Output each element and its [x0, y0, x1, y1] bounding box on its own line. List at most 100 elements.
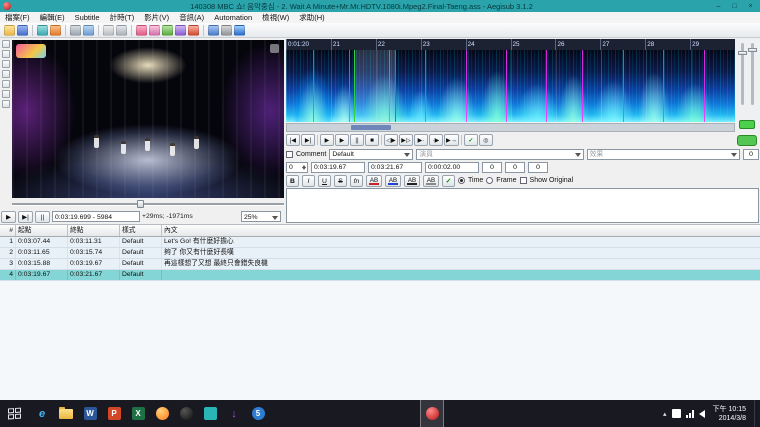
automation-icon[interactable] [208, 25, 219, 36]
play-after-button[interactable]: ▶▷ [399, 134, 413, 146]
style-dropdown[interactable]: Default [329, 149, 413, 160]
play-last-500ms-button[interactable]: ·▶ [429, 134, 443, 146]
col-style[interactable]: 樣式 [120, 225, 162, 236]
play-line-button[interactable]: ▶ [335, 134, 349, 146]
menu-item-video[interactable]: 影片(V) [139, 12, 174, 23]
video-seek-slider[interactable] [12, 200, 284, 208]
menu-item-help[interactable]: 求助(H) [294, 12, 329, 23]
subtitle-text-input[interactable] [286, 188, 759, 223]
audio-volume-slider[interactable] [751, 43, 754, 105]
video-zoom-dropdown[interactable]: 25% [241, 211, 281, 222]
scale-tool-icon[interactable] [2, 80, 10, 88]
taskbar-icon-firefox[interactable] [150, 400, 174, 427]
col-start[interactable]: 起點 [16, 225, 68, 236]
commit-button[interactable]: ✓ [442, 175, 455, 187]
tray-expand-icon[interactable]: ▴ [663, 410, 667, 418]
styling-assistant-icon[interactable] [149, 25, 160, 36]
margin-vertical-field[interactable]: 0 [528, 162, 548, 173]
jump-to-icon[interactable] [37, 25, 48, 36]
spin-down-icon[interactable] [302, 167, 306, 170]
audio-volume-slider-thumb[interactable] [748, 48, 757, 52]
col-text[interactable]: 內文 [162, 225, 760, 236]
col-number[interactable]: # [0, 225, 16, 236]
commit-changes-button[interactable]: ✓ [464, 134, 478, 146]
seek-track[interactable] [12, 203, 284, 206]
margin-right-field[interactable]: 0 [505, 162, 525, 173]
col-end[interactable]: 終點 [68, 225, 120, 236]
taskbar-icon-app-five[interactable]: 5 [246, 400, 270, 427]
translation-assistant-icon[interactable] [162, 25, 173, 36]
video-play-line-button[interactable]: ▶| [18, 211, 33, 223]
subtitle-row[interactable]: 2 0:03:11.65 0:03:15.74 Default 夠了 你又有什麼… [0, 248, 760, 259]
menu-item-view[interactable]: 檢視(W) [257, 12, 294, 23]
select-lines-icon[interactable] [83, 25, 94, 36]
options-icon[interactable] [221, 25, 232, 36]
video-play-button[interactable]: ▶ [1, 211, 16, 223]
primary-color-button[interactable]: AB [366, 175, 382, 187]
drag-tool-icon[interactable] [2, 50, 10, 58]
margin-left-field[interactable]: 0 [482, 162, 502, 173]
close-button[interactable]: × [744, 3, 757, 10]
subtitle-row-selected[interactable]: 4 0:03:19.67 0:03:21.67 Default [0, 270, 760, 281]
subtitle-row[interactable]: 1 0:03:07.44 0:03:11.31 Default Let's Go… [0, 237, 760, 248]
tray-clock[interactable]: 下午 10:15 2014/3/8 [710, 405, 749, 423]
start-button[interactable] [0, 400, 30, 427]
audio-scrollbar[interactable] [286, 123, 735, 132]
subtitle-row[interactable]: 3 0:03:15.88 0:03:19.67 Default 再這樣想了又想 … [0, 259, 760, 270]
rotate-z-tool-icon[interactable] [2, 60, 10, 68]
taskbar-icon-messenger[interactable] [198, 400, 222, 427]
show-desktop-button[interactable] [754, 400, 760, 427]
taskbar-icon-excel[interactable]: X [126, 400, 150, 427]
start-time-field[interactable]: 0:03:19.67 [311, 162, 365, 173]
taskbar-icon-media-player[interactable] [174, 400, 198, 427]
audio-selection-region[interactable] [354, 50, 396, 122]
secondary-color-button[interactable]: AB [385, 175, 401, 187]
menu-item-audio[interactable]: 音訊(A) [174, 12, 209, 23]
shift-times-icon[interactable] [50, 25, 61, 36]
play-first-500ms-button[interactable]: ▶· [414, 134, 428, 146]
audio-zoom-slider[interactable] [741, 43, 744, 105]
audio-zoom-slider-thumb[interactable] [738, 51, 747, 55]
find-replace-icon[interactable] [70, 25, 81, 36]
play-before-button[interactable]: ◁▶ [384, 134, 398, 146]
prev-line-button[interactable]: |◀ [286, 134, 300, 146]
resample-resolution-icon[interactable] [175, 25, 186, 36]
taskbar-icon-downloader[interactable]: ↓ [222, 400, 246, 427]
menu-item-subtitle[interactable]: Subtitle [70, 12, 105, 23]
minimize-button[interactable]: – [712, 3, 725, 10]
pause-button[interactable]: || [350, 134, 364, 146]
italic-button[interactable]: I [302, 175, 315, 187]
play-to-end-button[interactable]: ▶→ [444, 134, 459, 146]
audio-scrollbar-thumb[interactable] [351, 125, 391, 130]
menu-item-edit[interactable]: 編輯(E) [35, 12, 70, 23]
help-icon[interactable] [234, 25, 245, 36]
taskbar-icon-explorer[interactable] [54, 400, 78, 427]
menu-item-automation[interactable]: Automation [209, 12, 257, 23]
video-preview[interactable] [12, 40, 284, 198]
end-time-field[interactable]: 0:03:21.67 [368, 162, 422, 173]
font-face-button[interactable]: fn [350, 175, 363, 187]
next-line-button[interactable]: ▶| [301, 134, 315, 146]
maximize-button[interactable]: □ [728, 3, 741, 10]
save-subtitles-icon[interactable] [17, 25, 28, 36]
outline-color-button[interactable]: AB [404, 175, 420, 187]
menu-item-file[interactable]: 檔案(F) [0, 12, 35, 23]
vector-clip-tool-icon[interactable] [2, 100, 10, 108]
karaoke-mode-toggle[interactable] [737, 135, 757, 146]
video-pause-button[interactable]: || [35, 211, 50, 223]
seek-thumb[interactable] [137, 200, 144, 208]
vertical-link-toggle[interactable] [739, 120, 755, 129]
spell-checker-icon[interactable] [188, 25, 199, 36]
attachments-icon[interactable] [116, 25, 127, 36]
properties-icon[interactable] [103, 25, 114, 36]
cursor-tool-icon[interactable] [2, 40, 10, 48]
taskbar-icon-powerpoint[interactable]: P [102, 400, 126, 427]
go-to-selection-button[interactable]: ◎ [479, 134, 493, 146]
taskbar-icon-word[interactable]: W [78, 400, 102, 427]
rotate-xy-tool-icon[interactable] [2, 70, 10, 78]
frame-radio[interactable] [486, 177, 493, 184]
open-subtitles-icon[interactable] [4, 25, 15, 36]
actor-dropdown[interactable]: 演員 [416, 149, 583, 160]
styles-manager-icon[interactable] [136, 25, 147, 36]
menu-item-timing[interactable]: 計時(T) [105, 12, 140, 23]
